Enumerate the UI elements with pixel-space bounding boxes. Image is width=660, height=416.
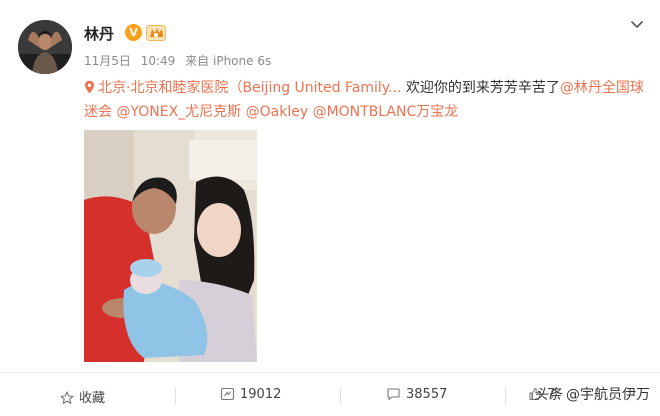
post-source-prefix: 来自 xyxy=(185,54,210,68)
toutiao-logo: 头条 xyxy=(534,387,562,403)
repost-button[interactable]: 19012 xyxy=(220,387,281,405)
post-date[interactable]: 11月5日 xyxy=(84,54,131,68)
star-icon xyxy=(60,391,74,404)
favorite-label: 收藏 xyxy=(79,391,106,406)
location-link[interactable]: 北京·北京和睦家医院（Beijing United Family... xyxy=(98,80,401,96)
favorite-button[interactable]: 收藏 xyxy=(60,387,106,406)
mention-link[interactable]: @MONTBLANC万宝龙 xyxy=(313,104,459,120)
mention-link[interactable]: @YONEX_尤尼克斯 xyxy=(116,104,241,120)
mention-link[interactable]: @Oakley xyxy=(246,104,309,120)
verified-badge-icon: V xyxy=(125,24,142,41)
repost-icon xyxy=(220,387,235,401)
comment-count: 38557 xyxy=(406,387,448,402)
post-source-device[interactable]: iPhone 6s xyxy=(213,54,271,68)
post-meta: 11月5日 10:49 来自 iPhone 6s xyxy=(84,52,271,69)
repost-count: 19012 xyxy=(240,387,282,402)
action-divider xyxy=(175,387,176,405)
post-text: 欢迎你的到来芳芳辛苦了 xyxy=(401,80,560,96)
action-divider xyxy=(505,387,506,405)
post-time[interactable]: 10:49 xyxy=(141,54,176,68)
comment-icon xyxy=(387,388,400,401)
action-divider xyxy=(340,387,341,405)
post-photo[interactable] xyxy=(84,130,257,362)
more-options-chevron-down-icon[interactable] xyxy=(627,16,647,34)
watermark-account: @宇航员伊万 xyxy=(566,387,650,403)
comment-button[interactable]: 38557 xyxy=(386,387,447,405)
fan-club-badge-icon xyxy=(146,25,166,41)
user-avatar[interactable] xyxy=(18,20,72,74)
toutiao-watermark: 头条 @宇航员伊万 xyxy=(534,384,650,404)
location-pin-icon xyxy=(85,80,94,94)
post-content: 北京·北京和睦家医院（Beijing United Family... 欢迎你的… xyxy=(84,76,644,124)
username[interactable]: 林丹 xyxy=(84,23,114,44)
weibo-post-card: 林丹 V 11月5日 10:49 来自 iPhone 6s 北京·北京和睦家医院… xyxy=(0,0,660,416)
